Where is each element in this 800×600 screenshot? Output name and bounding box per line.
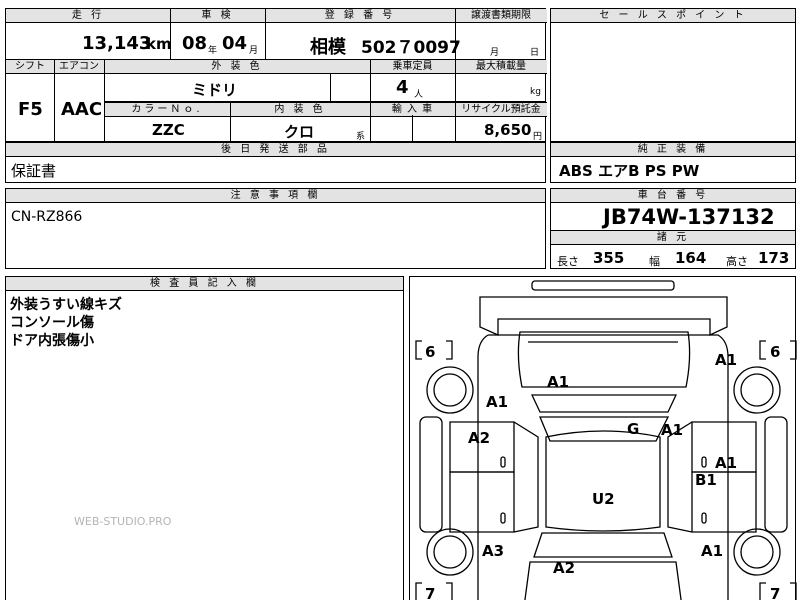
dimensions-header: 諸 元 xyxy=(551,230,795,245)
sales-point-header: セ ー ル ス ポ イ ン ト xyxy=(551,9,795,23)
interior-color-value: クロ xyxy=(284,123,315,141)
chassis-box: 車 台 番 号 JB74W-137132 諸 元 長さ 355 幅 164 高さ… xyxy=(550,188,796,269)
inspection-year: 08 xyxy=(182,33,208,54)
inspector-line-2: コンソール傷 xyxy=(10,315,94,331)
recycle-value: 8,650 xyxy=(484,121,532,139)
transfer-header: 譲渡書類期限 xyxy=(455,9,547,23)
sales-point-box: セ ー ル ス ポ イ ン ト xyxy=(550,8,796,142)
mark-rear-left-quarter: A3 xyxy=(482,542,504,560)
tire-rear-left-value: 7 xyxy=(425,585,435,600)
capacity-value: 4 xyxy=(396,77,409,98)
later-parts-header: 後 日 発 送 部 品 xyxy=(6,143,545,157)
height-label: 高さ xyxy=(726,255,748,268)
tire-front-right-value: 6 xyxy=(770,343,780,361)
max-load-header: 最大積載量 xyxy=(455,60,547,74)
inspector-line-1: 外装うすい線キズ xyxy=(10,297,122,313)
mark-roof-g: G xyxy=(627,420,639,438)
notes-box: 注 意 事 項 欄 CN-RZ866 xyxy=(5,188,546,269)
aircon-value: AAC xyxy=(61,99,103,120)
mileage-unit: km xyxy=(146,35,172,53)
inspection-header: 車 検 xyxy=(170,9,265,23)
vehicle-info-table: 走 行 車 検 登 録 番 号 譲渡書類期限 13,143 km 08 年 04… xyxy=(5,8,547,143)
genuine-equipment-box: 純 正 装 備 ABS エアB PS PW xyxy=(550,142,796,183)
inspection-month-unit: 月 xyxy=(249,46,259,56)
length-value: 355 xyxy=(593,249,625,267)
transfer-month-unit: 月 xyxy=(490,48,500,58)
registration-header: 登 録 番 号 xyxy=(265,9,455,23)
mark-roof: U2 xyxy=(592,490,615,508)
exterior-color-value: ミドリ xyxy=(192,81,238,99)
inspector-box: 検 査 員 記 入 欄 外装うすい線キズ コンソール傷 ドア内張傷小 WEB-S… xyxy=(5,276,404,600)
color-no-value: ZZC xyxy=(152,121,185,139)
mileage-header: 走 行 xyxy=(6,9,170,23)
notes-header: 注 意 事 項 欄 xyxy=(6,189,545,203)
chassis-number: JB74W-137132 xyxy=(603,205,775,229)
genuine-equipment-header: 純 正 装 備 xyxy=(551,143,795,157)
mark-hood: A1 xyxy=(547,373,569,391)
mark-rear: A2 xyxy=(553,559,575,577)
tire-rear-right-value: 7 xyxy=(770,585,780,600)
mark-front-right-top: A1 xyxy=(715,351,737,369)
shift-header: シフト xyxy=(6,60,54,74)
mark-rear-right-quarter: A1 xyxy=(701,542,723,560)
car-diagram: 6 6 7 7 A1 A1 A1 A2 G A1 A1 B1 U2 A3 A1 … xyxy=(415,280,797,600)
interior-color-suffix: 系 xyxy=(356,132,366,142)
interior-color-header: 内 装 色 xyxy=(230,102,370,117)
mark-front-left-door: A2 xyxy=(468,429,490,447)
mark-front-left-fender: A1 xyxy=(486,393,508,411)
width-value: 164 xyxy=(675,249,707,267)
inspector-line-3: ドア内張傷小 xyxy=(10,333,94,349)
later-parts-content: 保証書 xyxy=(11,162,57,180)
notes-content: CN-RZ866 xyxy=(11,209,83,225)
aircon-header: エアコン xyxy=(54,60,104,74)
shift-value: F5 xyxy=(18,99,43,120)
chassis-header: 車 台 番 号 xyxy=(551,189,795,203)
mark-front-right-door: A1 xyxy=(715,454,737,472)
tire-front-left-value: 6 xyxy=(425,343,435,361)
watermark: WEB-STUDIO.PRO xyxy=(74,515,172,528)
later-parts-box: 後 日 発 送 部 品 保証書 xyxy=(5,142,546,183)
recycle-unit: 円 xyxy=(533,132,543,142)
transfer-day-unit: 日 xyxy=(530,48,540,58)
exterior-color-header: 外 装 色 xyxy=(104,60,370,74)
mark-roof-right: A1 xyxy=(661,421,683,439)
inspection-year-unit: 年 xyxy=(208,46,218,56)
mileage-value: 13,143 xyxy=(82,33,152,54)
damage-diagram-box: 6 6 7 7 A1 A1 A1 A2 G A1 A1 B1 U2 A3 A1 … xyxy=(409,276,797,600)
capacity-unit: 人 xyxy=(414,90,424,100)
capacity-header: 乗車定員 xyxy=(370,60,455,74)
inspector-header: 検 査 員 記 入 欄 xyxy=(6,277,403,291)
plate-region: 相模 xyxy=(310,37,346,58)
length-label: 長さ xyxy=(557,255,579,268)
inspection-month: 04 xyxy=(222,33,248,54)
width-label: 幅 xyxy=(649,255,660,268)
color-no-header: カラーＮｏ. xyxy=(104,102,230,117)
plate-number: 502７0097 xyxy=(361,38,461,58)
genuine-equipment-content: ABS エアB PS PW xyxy=(559,162,700,180)
height-value: 173 xyxy=(758,249,790,267)
max-load-unit: kg xyxy=(530,87,541,97)
mark-front-right-door-b: B1 xyxy=(695,471,717,489)
recycle-header: リサイクル預託金 xyxy=(455,102,547,117)
